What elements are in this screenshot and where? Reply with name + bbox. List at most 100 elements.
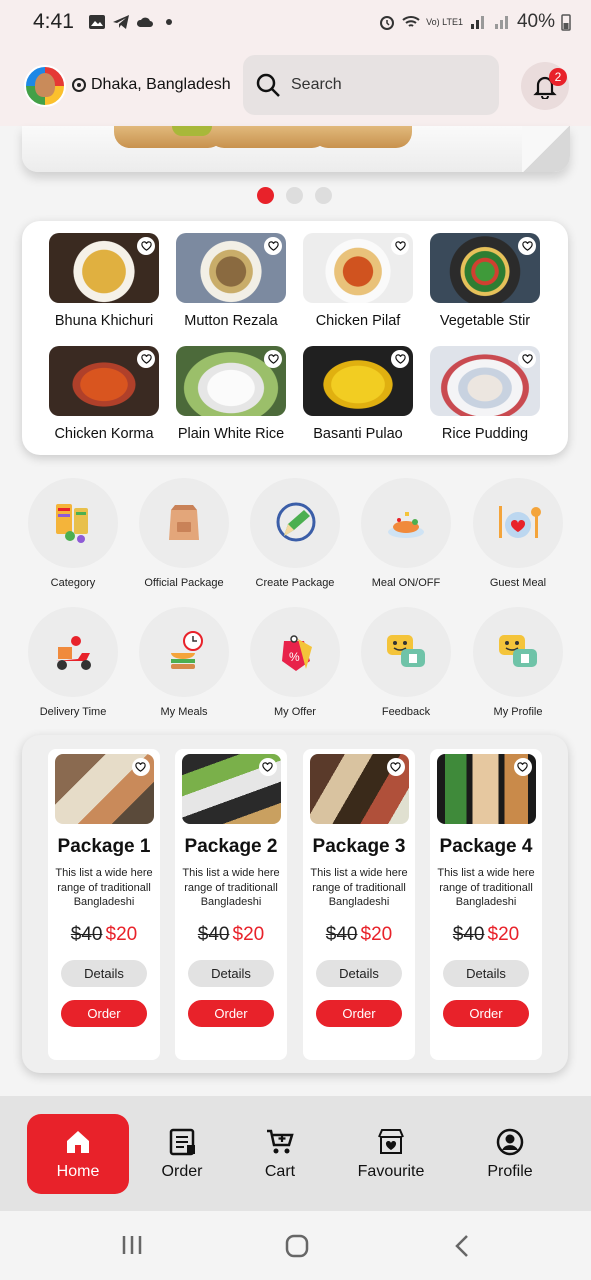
food-item[interactable]: Basanti Pulao xyxy=(298,346,418,442)
order-button[interactable]: Order xyxy=(443,999,529,1027)
menu-my-profile[interactable]: My Profile xyxy=(463,607,573,718)
heart-icon[interactable] xyxy=(131,758,150,776)
system-navigation xyxy=(0,1211,591,1280)
home-button-icon[interactable] xyxy=(284,1233,310,1259)
food-item[interactable]: Rice Pudding xyxy=(425,346,545,442)
recents-icon[interactable] xyxy=(120,1233,144,1257)
menu-create-package[interactable]: Create Package xyxy=(240,478,350,589)
order-button[interactable]: Order xyxy=(316,999,402,1027)
package-card[interactable]: Package 4 This list a wide here range of… xyxy=(430,749,542,1060)
food-name: Vegetable Stir xyxy=(439,313,531,329)
location-selector[interactable]: Dhaka, Bangladesh xyxy=(72,76,231,94)
order-button[interactable]: Order xyxy=(188,999,274,1027)
nav-order[interactable]: Order xyxy=(146,1114,218,1194)
carousel-dot[interactable] xyxy=(286,187,303,204)
heart-icon[interactable] xyxy=(137,350,155,368)
food-name: Basanti Pulao xyxy=(313,426,403,442)
dot-icon xyxy=(165,19,172,25)
package-description: This list a wide here range of tradition… xyxy=(182,867,280,908)
package-price: $40 $20 xyxy=(303,924,415,946)
details-button[interactable]: Details xyxy=(61,959,147,987)
food-image xyxy=(49,346,159,416)
new-price: $20 xyxy=(232,923,265,945)
guest-meal-icon xyxy=(499,506,541,538)
menu-official-package[interactable]: Official Package xyxy=(129,478,239,589)
package-list: Package 1 This list a wide here range of… xyxy=(22,735,568,1073)
menu-meal-onoff[interactable]: Meal ON/OFF xyxy=(351,478,461,589)
food-item[interactable]: Bhuna Khichuri xyxy=(44,233,164,329)
heart-icon[interactable] xyxy=(391,350,409,368)
carousel-dot[interactable] xyxy=(315,187,332,204)
back-icon[interactable] xyxy=(452,1233,472,1259)
details-button[interactable]: Details xyxy=(443,959,529,987)
food-item[interactable]: Plain White Rice xyxy=(171,346,291,442)
notification-button[interactable]: 2 xyxy=(521,62,569,110)
heart-icon[interactable] xyxy=(513,758,532,776)
package-title: Package 4 xyxy=(439,836,533,857)
food-image xyxy=(430,346,540,416)
heart-icon[interactable] xyxy=(137,237,155,255)
nav-label: Profile xyxy=(487,1163,533,1180)
package-card[interactable]: Package 1 This list a wide here range of… xyxy=(48,749,160,1060)
details-button[interactable]: Details xyxy=(316,959,402,987)
menu-my-offer[interactable]: % My Offer xyxy=(240,607,350,718)
package-title: Package 1 xyxy=(57,836,151,857)
carousel-dot[interactable] xyxy=(257,187,274,204)
heart-icon[interactable] xyxy=(258,758,277,776)
food-item[interactable]: Chicken Pilaf xyxy=(298,233,418,329)
food-image xyxy=(49,233,159,303)
food-item[interactable]: Mutton Rezala xyxy=(171,233,291,329)
package-description: This list a wide here range of tradition… xyxy=(437,867,535,908)
heart-icon[interactable] xyxy=(264,350,282,368)
nav-cart[interactable]: Cart xyxy=(244,1114,316,1194)
nav-home[interactable]: Home xyxy=(27,1114,129,1194)
nav-profile[interactable]: Profile xyxy=(474,1114,546,1194)
food-name: Chicken Korma xyxy=(54,426,154,442)
nav-favourite[interactable]: Favourite xyxy=(346,1114,436,1194)
old-price: $40 xyxy=(70,923,103,945)
menu-label: Create Package xyxy=(255,577,335,589)
details-button[interactable]: Details xyxy=(188,959,274,987)
package-bag-icon xyxy=(169,505,199,540)
food-item[interactable]: Vegetable Stir xyxy=(425,233,545,329)
menu-guest-meal[interactable]: Guest Meal xyxy=(463,478,573,589)
heart-icon[interactable] xyxy=(264,237,282,255)
package-card[interactable]: Package 3 This list a wide here range of… xyxy=(303,749,415,1060)
menu-label: Feedback xyxy=(381,706,431,718)
search-input[interactable] xyxy=(291,76,481,94)
new-price: $20 xyxy=(360,923,393,945)
carousel-indicator xyxy=(257,187,332,204)
package-image xyxy=(309,754,409,824)
menu-label: Category xyxy=(50,577,96,589)
package-image xyxy=(181,754,281,824)
package-description: This list a wide here range of tradition… xyxy=(55,867,153,908)
package-title: Package 2 xyxy=(184,836,278,857)
heart-icon[interactable] xyxy=(386,758,405,776)
status-bar: 4:41 Vo) LTE1 40% xyxy=(0,0,591,44)
heart-icon[interactable] xyxy=(518,350,536,368)
menu-feedback[interactable]: Feedback xyxy=(351,607,461,718)
profile-icon xyxy=(496,1128,524,1156)
status-time: 4:41 xyxy=(33,10,74,33)
menu-label: My Profile xyxy=(493,706,543,718)
menu-my-meals[interactable]: My Meals xyxy=(129,607,239,718)
location-pin-icon xyxy=(72,78,86,92)
food-item[interactable]: Chicken Korma xyxy=(44,346,164,442)
my-meals-icon xyxy=(171,631,203,669)
new-price: $20 xyxy=(105,923,138,945)
menu-category[interactable]: Category xyxy=(18,478,128,589)
old-price: $40 xyxy=(452,923,485,945)
menu-delivery-time[interactable]: Delivery Time xyxy=(18,607,128,718)
carousel-banner[interactable] xyxy=(22,126,570,172)
old-price: $40 xyxy=(325,923,358,945)
heart-icon[interactable] xyxy=(391,237,409,255)
avatar[interactable] xyxy=(24,65,66,107)
heart-icon[interactable] xyxy=(518,237,536,255)
battery-icon xyxy=(561,14,571,31)
package-card[interactable]: Package 2 This list a wide here range of… xyxy=(175,749,287,1060)
package-image xyxy=(436,754,536,824)
package-image xyxy=(54,754,154,824)
menu-label: Official Package xyxy=(144,577,224,589)
order-button[interactable]: Order xyxy=(61,999,147,1027)
search-bar[interactable] xyxy=(243,55,499,115)
